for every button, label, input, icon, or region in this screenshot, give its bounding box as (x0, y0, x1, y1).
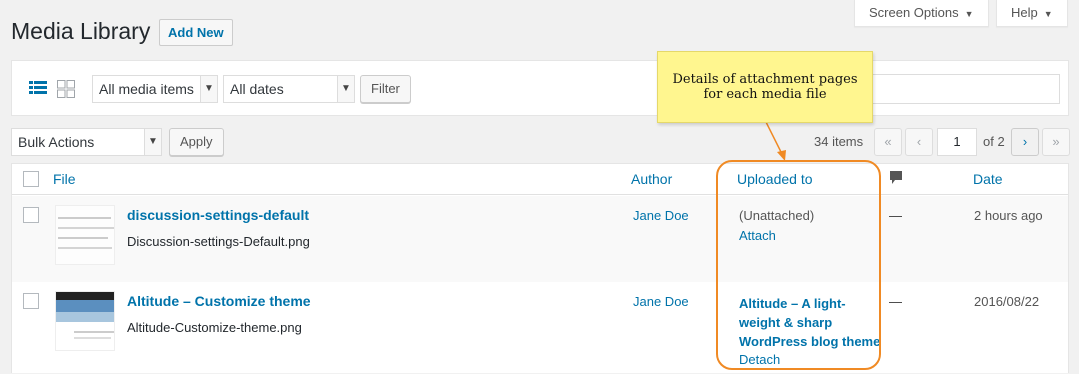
callout-line: for each media file (703, 87, 827, 102)
column-author[interactable]: Author (631, 171, 672, 187)
callout-arrow (764, 119, 786, 161)
select-all-checkbox[interactable] (23, 171, 39, 187)
author-link[interactable]: Jane Doe (633, 208, 689, 223)
comment-count: — (889, 294, 902, 309)
comment-count: — (889, 208, 902, 223)
upload-date: 2 hours ago (974, 208, 1043, 223)
table-header: File Author Uploaded to Date (12, 164, 1068, 195)
annotation-callout: Details of attachment pages for each med… (657, 51, 873, 123)
column-date[interactable]: Date (973, 171, 1003, 187)
media-thumbnail[interactable] (55, 291, 115, 351)
chevron-down-icon: ▼ (144, 129, 161, 155)
media-title-link[interactable]: Altitude – Customize theme (127, 293, 311, 309)
author-link[interactable]: Jane Doe (633, 294, 689, 309)
chevron-down-icon: ▼ (337, 76, 354, 102)
list-view-icon[interactable] (29, 80, 47, 98)
add-new-button[interactable]: Add New (159, 19, 233, 46)
date-value: All dates (230, 81, 284, 97)
current-page-input[interactable]: 1 (937, 128, 977, 156)
total-pages: of 2 (983, 134, 1005, 149)
prev-page-button[interactable]: ‹ (905, 128, 933, 156)
help-label: Help (1011, 5, 1038, 20)
date-select[interactable]: All dates ▼ (223, 75, 355, 103)
grid-view-icon[interactable] (57, 80, 75, 98)
uploaded-to-highlight (716, 160, 881, 370)
table-row: Altitude – Customize theme Altitude-Cust… (12, 282, 1068, 374)
column-file[interactable]: File (53, 171, 76, 187)
help-tab[interactable]: Help ▼ (996, 0, 1068, 27)
chevron-down-icon: ▼ (1043, 9, 1053, 19)
filter-button[interactable]: Filter (360, 75, 411, 103)
media-thumbnail[interactable] (55, 205, 115, 265)
bulk-actions-value: Bulk Actions (18, 134, 95, 150)
media-filename: Discussion-settings-Default.png (127, 234, 310, 249)
chevron-down-icon: ▼ (964, 9, 974, 19)
media-title-link[interactable]: discussion-settings-default (127, 207, 309, 223)
bulk-actions-select[interactable]: Bulk Actions ▼ (11, 128, 162, 156)
media-table: File Author Uploaded to Date discussion-… (11, 163, 1069, 373)
first-page-button[interactable]: « (874, 128, 902, 156)
last-page-button[interactable]: » (1042, 128, 1070, 156)
next-page-button[interactable]: › (1011, 128, 1039, 156)
callout-line: Details of attachment pages (672, 72, 858, 87)
row-checkbox[interactable] (23, 207, 39, 223)
upload-date: 2016/08/22 (974, 294, 1040, 309)
table-row: discussion-settings-default Discussion-s… (12, 196, 1068, 282)
screen-options-label: Screen Options (869, 5, 959, 20)
media-filter-bar: All media items ▼ All dates ▼ Filter (11, 60, 1069, 116)
search-input[interactable] (848, 74, 1060, 104)
chevron-down-icon: ▼ (200, 76, 217, 102)
item-count: 34 items (814, 134, 864, 149)
screen-options-tab[interactable]: Screen Options ▼ (854, 0, 989, 27)
media-type-select[interactable]: All media items ▼ (92, 75, 218, 103)
row-checkbox[interactable] (23, 293, 39, 309)
media-filename: Altitude-Customize-theme.png (127, 320, 302, 335)
page-title: Media Library (11, 18, 151, 44)
media-type-value: All media items (99, 81, 194, 97)
comment-bubble-icon[interactable] (889, 170, 903, 189)
apply-button[interactable]: Apply (169, 128, 224, 156)
